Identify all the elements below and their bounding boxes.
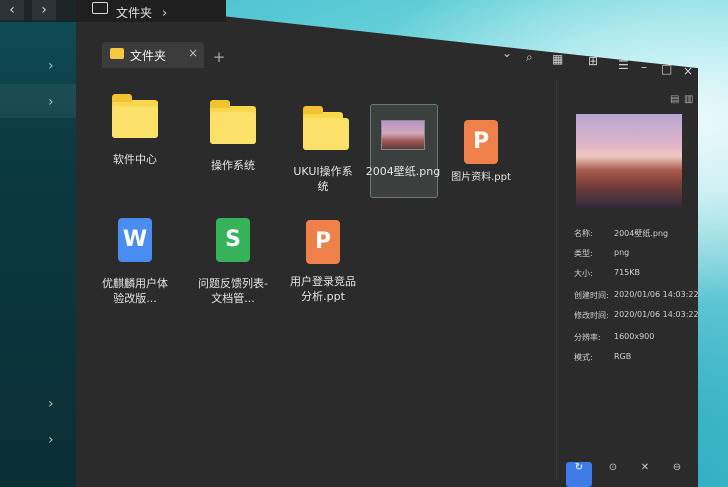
file-name: 问题反馈列表- 文档管... bbox=[198, 277, 268, 305]
prop-modified-value: 2020/01/06 14:03:22 bbox=[614, 310, 699, 319]
open-button[interactable]: ↻ bbox=[566, 462, 592, 487]
prop-resolution-label: 分辨率: bbox=[574, 333, 601, 342]
list-item[interactable]: W 优麒麟用户体 验改版... bbox=[90, 218, 180, 306]
chevron-right-icon[interactable]: › bbox=[48, 396, 54, 412]
file-name: 2004壁纸.png bbox=[365, 165, 441, 178]
prop-size-value: 715KB bbox=[614, 268, 641, 277]
list-item[interactable]: P 图片资料.ppt bbox=[436, 120, 526, 185]
ppt-icon: P bbox=[464, 120, 498, 164]
path-label[interactable]: 文件夹 bbox=[116, 4, 152, 21]
ppt-icon: P bbox=[306, 220, 340, 264]
list-item[interactable]: P 用户登录竞品 分析.ppt bbox=[278, 220, 368, 304]
maximize-icon[interactable]: □ bbox=[661, 62, 672, 76]
delete-icon[interactable]: ✕ bbox=[632, 462, 658, 487]
minimize-icon[interactable]: – bbox=[641, 60, 647, 74]
folder-icon bbox=[210, 100, 256, 144]
folder-icon bbox=[303, 106, 349, 150]
wps-sheet-icon: S bbox=[216, 218, 250, 262]
forward-button[interactable]: › bbox=[32, 0, 56, 20]
prop-size-label: 大小: bbox=[574, 269, 593, 278]
search-icon[interactable]: ⌕ bbox=[526, 50, 533, 65]
prop-name-label: 名称: bbox=[574, 229, 593, 238]
prop-name-value: 2004壁纸.png bbox=[614, 229, 669, 238]
preview-toggle-icon[interactable]: ▤ bbox=[670, 94, 679, 105]
tab-close-icon[interactable]: × bbox=[188, 46, 198, 60]
panel-divider bbox=[556, 80, 557, 480]
prop-modified-label: 修改时间: bbox=[574, 311, 609, 320]
prop-mode-label: 模式: bbox=[574, 353, 593, 362]
prop-type-label: 类型: bbox=[574, 249, 593, 258]
folder-icon bbox=[110, 48, 124, 59]
chevron-right-icon[interactable]: › bbox=[48, 58, 54, 74]
path-chevron-icon[interactable]: › bbox=[162, 6, 167, 21]
tab-folder[interactable]: 文件夹 × bbox=[102, 42, 204, 68]
prop-created-label: 创建时间: bbox=[574, 291, 609, 300]
sidebar-selected-row bbox=[0, 84, 80, 118]
back-button[interactable]: ‹ bbox=[0, 0, 24, 20]
folder-icon bbox=[92, 2, 108, 14]
more-icon[interactable]: ⊖ bbox=[664, 462, 690, 487]
share-icon[interactable]: ⊙ bbox=[600, 462, 626, 487]
file-name: 用户登录竞品 分析.ppt bbox=[290, 275, 356, 303]
list-item[interactable]: 2004壁纸.png bbox=[358, 120, 448, 179]
preview-image bbox=[576, 114, 682, 208]
prop-mode-value: RGB bbox=[614, 352, 632, 361]
file-name: UKUI操作系 统 bbox=[293, 165, 353, 193]
file-name: 优麒麟用户体 验改版... bbox=[102, 277, 168, 305]
close-icon[interactable]: × bbox=[683, 64, 693, 78]
tab-label: 文件夹 bbox=[130, 49, 167, 63]
view-mode-icon[interactable]: ▦ bbox=[552, 52, 563, 66]
wps-writer-icon: W bbox=[118, 218, 152, 262]
chevron-right-icon[interactable]: › bbox=[48, 94, 54, 110]
folder-icon bbox=[112, 94, 158, 138]
list-item[interactable]: UKUI操作系 统 bbox=[278, 106, 368, 194]
prop-created-value: 2020/01/06 14:03:22 bbox=[614, 290, 699, 299]
file-name: 图片资料.ppt bbox=[451, 172, 511, 183]
chevron-down-icon[interactable]: ⌄ bbox=[502, 46, 512, 60]
background-window bbox=[0, 0, 80, 487]
chevron-right-icon[interactable]: › bbox=[48, 432, 54, 448]
preview-split-icon[interactable]: ▥ bbox=[684, 94, 693, 105]
list-item[interactable]: 软件中心 bbox=[90, 94, 180, 167]
file-name: 软件中心 bbox=[113, 153, 157, 166]
grid-view-icon[interactable]: ⊞ bbox=[588, 54, 598, 68]
image-thumbnail bbox=[381, 120, 425, 150]
prop-resolution-value: 1600x900 bbox=[614, 332, 655, 341]
list-item[interactable]: 操作系统 bbox=[188, 100, 278, 173]
prop-type-value: png bbox=[614, 248, 630, 257]
file-name: 操作系统 bbox=[211, 159, 255, 172]
menu-icon[interactable]: ☰ bbox=[618, 58, 629, 72]
list-item[interactable]: S 问题反馈列表- 文档管... bbox=[188, 218, 278, 306]
add-tab-button[interactable]: + bbox=[210, 48, 228, 66]
